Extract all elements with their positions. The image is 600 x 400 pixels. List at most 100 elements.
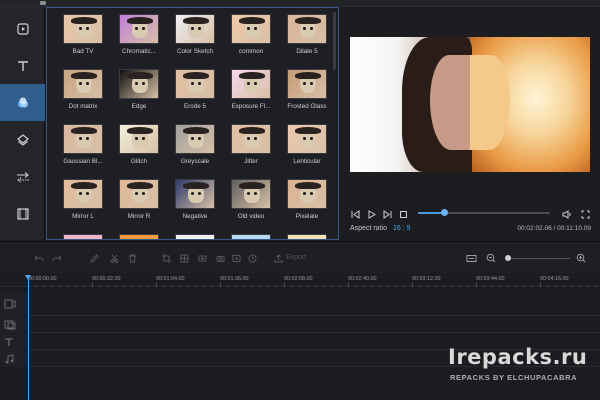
filter-tile[interactable]: Bad TV	[61, 14, 105, 60]
fit-button[interactable]	[198, 252, 207, 264]
timeline-ruler[interactable]: 00:00:00.00 00:00:32.00 00:01:04.00 00:01:3…	[0, 273, 600, 287]
zoom-slider[interactable]	[506, 258, 570, 259]
sidebar-item-text[interactable]	[0, 47, 45, 84]
play-button[interactable]	[366, 209, 376, 219]
media-icon	[16, 22, 29, 35]
filter-thumbnail	[63, 234, 103, 239]
fit-timeline-button[interactable]	[466, 252, 477, 264]
filters-icon	[17, 97, 28, 107]
filter-thumbnail	[63, 124, 103, 154]
filter-tile[interactable]: Dilate 5	[285, 14, 329, 60]
zoom-slider-handle[interactable]	[505, 255, 512, 261]
grid-icon	[180, 254, 189, 262]
filter-label: Exposure Fl...	[231, 103, 271, 110]
filter-thumbnail	[231, 14, 271, 44]
filter-tile[interactable]: Dot matrix	[61, 69, 105, 115]
filter-tile[interactable]: Chromatic...	[117, 14, 161, 60]
export-icon-button[interactable]	[274, 252, 283, 264]
filter-tile-partial[interactable]	[229, 234, 273, 239]
redo-icon	[52, 255, 62, 261]
previous-frame-button[interactable]	[350, 209, 360, 219]
filter-thumbnail	[287, 179, 327, 209]
filter-tile[interactable]: Mirror R	[117, 179, 161, 225]
export-button[interactable]: Export	[286, 254, 306, 261]
sidebar-item-filters[interactable]	[0, 84, 45, 121]
filter-thumbnail	[231, 179, 271, 209]
record-button[interactable]	[232, 252, 241, 264]
filter-tile-partial[interactable]	[61, 234, 105, 239]
track-video[interactable]	[0, 292, 600, 316]
filter-label: Bad TV	[72, 48, 94, 55]
split-button[interactable]	[110, 252, 119, 264]
sidebar-item-transitions[interactable]	[0, 158, 45, 195]
sidebar-item-overlays[interactable]	[0, 121, 45, 158]
edit-button[interactable]	[90, 252, 99, 264]
sidebar-item-media[interactable]	[0, 10, 45, 47]
filter-tile[interactable]: Greyscale	[173, 124, 217, 170]
filter-tile[interactable]: Lenticular	[285, 124, 329, 170]
crop-button[interactable]	[162, 252, 171, 264]
filter-grid-scrollbar[interactable]	[333, 12, 336, 70]
filter-label: Color Sketch	[176, 48, 214, 55]
filter-tile[interactable]: Negative	[173, 179, 217, 225]
filter-tile-partial[interactable]	[285, 234, 329, 239]
mosaic-button[interactable]	[180, 252, 189, 264]
timeline-toolbar: Export	[0, 241, 600, 273]
video-editor-window: Bad TV Chromatic... Color Sketch common Dila…	[0, 0, 600, 400]
ruler-tick-label: 00:00:32.00	[92, 276, 121, 282]
fullscreen-icon	[581, 210, 589, 218]
filter-tile[interactable]: Mirror L	[61, 179, 105, 225]
timeline-playhead[interactable]	[25, 275, 31, 400]
music-track-icon	[5, 354, 14, 364]
zoom-out-icon	[486, 253, 496, 263]
stop-icon	[399, 210, 407, 218]
scissors-icon	[110, 254, 119, 263]
filter-tile-partial[interactable]	[173, 234, 217, 239]
zoom-in-button[interactable]	[576, 252, 586, 264]
filter-tile[interactable]: Gaussian Bl...	[61, 124, 105, 170]
volume-button[interactable]	[562, 209, 572, 219]
filter-tile[interactable]: Old video	[229, 179, 273, 225]
filter-tile[interactable]: Edge	[117, 69, 161, 115]
sidebar-item-film[interactable]	[0, 195, 45, 232]
freeze-button[interactable]	[216, 252, 225, 264]
stop-button[interactable]	[398, 209, 408, 219]
track-overlay[interactable]	[0, 317, 600, 333]
aspect-ratio-value[interactable]: 16 : 9	[393, 225, 411, 232]
filter-tile[interactable]: Glitch	[117, 124, 161, 170]
duration-button[interactable]	[248, 252, 257, 264]
fit-icon	[198, 255, 207, 261]
undo-button[interactable]	[34, 252, 44, 264]
playback-progress-bar[interactable]	[418, 209, 550, 216]
playback-controls	[340, 207, 600, 221]
next-frame-button[interactable]	[382, 209, 392, 219]
delete-button[interactable]	[128, 252, 137, 264]
filter-thumbnail	[287, 69, 327, 99]
playback-scrubber[interactable]	[441, 209, 449, 216]
filter-label: Old video	[237, 213, 265, 220]
filter-thumbnail	[175, 124, 215, 154]
filter-tile[interactable]: Exposure Fl...	[229, 69, 273, 115]
filter-tile-partial[interactable]	[117, 234, 161, 239]
zoom-out-button[interactable]	[486, 252, 496, 264]
ruler-tick-label: 00:00:00.00	[28, 276, 57, 282]
filter-tile[interactable]: Pixelate	[285, 179, 329, 225]
trash-icon	[129, 254, 136, 262]
filter-tile[interactable]: Jitter	[229, 124, 273, 170]
crop-icon	[162, 253, 171, 263]
record-icon	[232, 254, 241, 262]
filter-label: Frosted Glass	[287, 103, 327, 110]
ruler-tick-label: 00:03:12.00	[412, 276, 441, 282]
window-menu-icon[interactable]	[40, 1, 46, 5]
filter-tile[interactable]: Frosted Glass	[285, 69, 329, 115]
filter-tile[interactable]: Color Sketch	[173, 14, 217, 60]
filter-tile[interactable]: common	[229, 14, 273, 60]
filter-tile[interactable]: Erode 5	[173, 69, 217, 115]
filter-thumbnail	[119, 124, 159, 154]
ruler-tick-label: 00:01:04.00	[156, 276, 185, 282]
redo-button[interactable]	[52, 252, 62, 264]
filter-thumbnail	[119, 179, 159, 209]
clock-icon	[248, 254, 257, 262]
ruler-tick-label: 00:02:40.00	[348, 276, 377, 282]
fullscreen-button[interactable]	[580, 209, 590, 219]
